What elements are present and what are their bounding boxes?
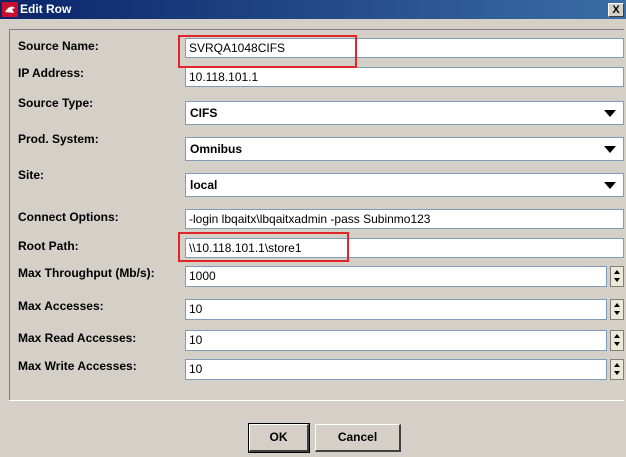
chevron-down-icon [604, 146, 616, 153]
ok-button[interactable]: OK [248, 423, 310, 453]
spin-down-icon[interactable] [614, 371, 620, 375]
chevron-down-icon [604, 182, 616, 189]
source-name-label: Source Name: [18, 39, 99, 53]
root-path-field[interactable]: \\10.118.101.1\store1 [185, 238, 624, 258]
button-bar-divider [9, 400, 624, 401]
spin-up-icon[interactable] [614, 334, 620, 338]
root-path-label: Root Path: [18, 239, 79, 253]
prod-system-dropdown[interactable]: Omnibus [185, 137, 624, 161]
ip-address-label: IP Address: [18, 66, 85, 80]
connect-options-field[interactable]: -login lbqaitx\lbqaitxadmin -pass Subinm… [185, 209, 624, 229]
source-name-field[interactable]: SVRQA1048CIFS [185, 38, 624, 58]
prod-system-label: Prod. System: [18, 132, 99, 146]
max-throughput-label: Max Throughput (Mb/s): [18, 266, 155, 280]
max-write-accesses-label: Max Write Accesses: [18, 359, 137, 373]
spin-down-icon[interactable] [614, 311, 620, 315]
source-type-label: Source Type: [18, 96, 94, 110]
close-button[interactable]: X [608, 3, 624, 17]
spin-up-icon[interactable] [614, 363, 620, 367]
source-type-value: CIFS [190, 106, 218, 120]
window-title: Edit Row [20, 2, 72, 16]
max-write-accesses-input[interactable]: 10 [185, 359, 607, 380]
spin-down-icon[interactable] [614, 278, 620, 282]
prod-system-value: Omnibus [190, 142, 243, 156]
max-read-accesses-input[interactable]: 10 [185, 330, 607, 351]
max-accesses-spinner[interactable]: 10 [185, 299, 624, 320]
max-throughput-stepper[interactable] [610, 266, 624, 287]
edit-row-dialog: Edit Row X Source Name: SVRQA1048CIFS IP… [0, 0, 626, 457]
ip-address-field[interactable]: 10.118.101.1 [185, 67, 624, 87]
chevron-down-icon [604, 110, 616, 117]
max-accesses-input[interactable]: 10 [185, 299, 607, 320]
close-icon: X [612, 4, 620, 16]
site-label: Site: [18, 168, 45, 182]
source-type-dropdown[interactable]: CIFS [185, 101, 624, 125]
spin-up-icon[interactable] [614, 303, 620, 307]
max-throughput-spinner[interactable]: 1000 [185, 266, 624, 287]
max-throughput-input[interactable]: 1000 [185, 266, 607, 287]
site-dropdown[interactable]: local [185, 173, 624, 197]
max-read-accesses-spinner[interactable]: 10 [185, 330, 624, 351]
max-write-accesses-stepper[interactable] [610, 359, 624, 380]
max-write-accesses-spinner[interactable]: 10 [185, 359, 624, 380]
title-bar[interactable]: Edit Row X [0, 0, 626, 19]
spin-down-icon[interactable] [614, 342, 620, 346]
cancel-button[interactable]: Cancel [315, 424, 401, 452]
max-accesses-label: Max Accesses: [18, 299, 104, 313]
spin-up-icon[interactable] [614, 270, 620, 274]
connect-options-label: Connect Options: [18, 210, 119, 224]
max-read-accesses-label: Max Read Accesses: [18, 331, 137, 345]
app-logo-icon [2, 2, 18, 17]
max-accesses-stepper[interactable] [610, 299, 624, 320]
max-read-accesses-stepper[interactable] [610, 330, 624, 351]
site-value: local [190, 178, 218, 192]
